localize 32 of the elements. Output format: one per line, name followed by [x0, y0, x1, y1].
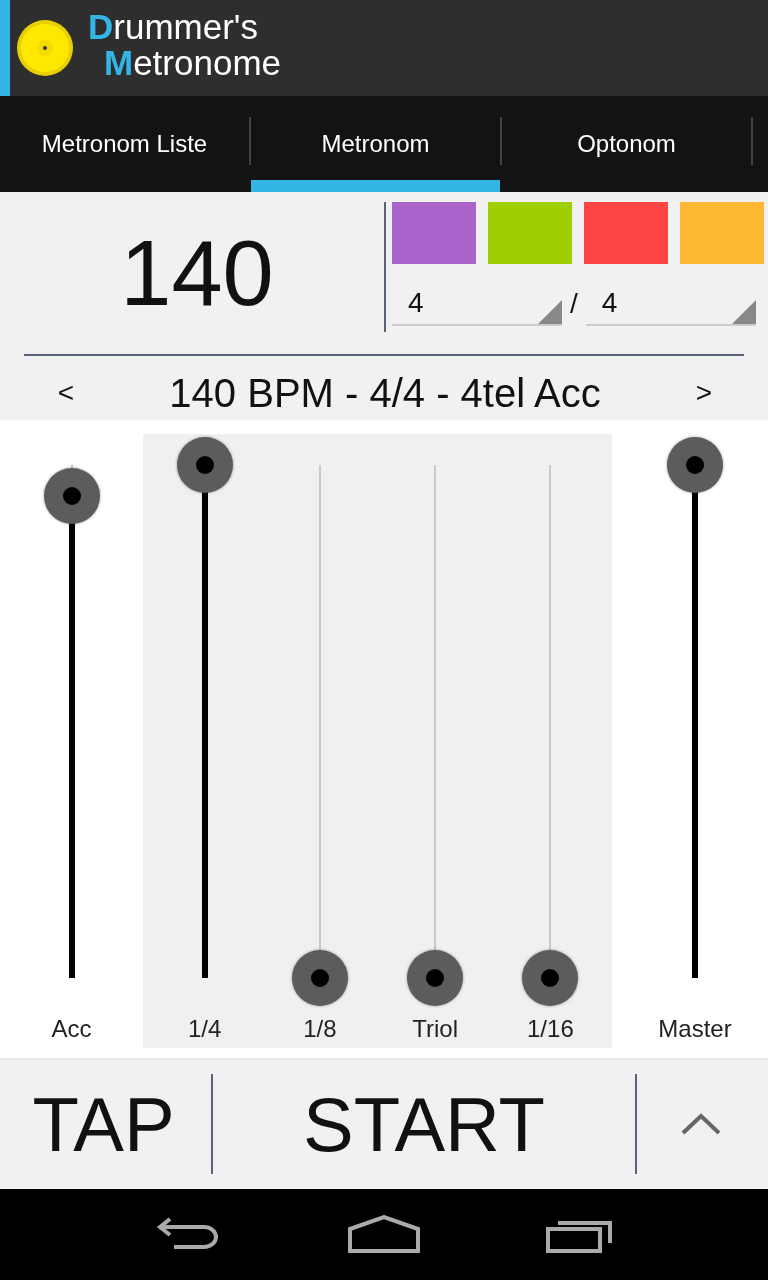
tempo-value: 140 [119, 221, 275, 326]
beat-color-swatch[interactable] [680, 202, 764, 264]
slider-thumb[interactable] [522, 950, 579, 1006]
tab[interactable]: Metronom Liste [0, 96, 249, 192]
slider-label: 1/8 [303, 1014, 337, 1044]
separator: / [570, 287, 578, 321]
tap-button[interactable]: TAP [0, 1080, 211, 1168]
beat-color-swatch[interactable] [392, 202, 476, 264]
slider-thumb[interactable] [176, 437, 233, 493]
chevron-up-icon[interactable] [681, 1113, 721, 1135]
cymbal-logo-icon [16, 19, 74, 77]
tab[interactable]: Optonom [502, 96, 751, 192]
slider-thumb[interactable] [407, 950, 464, 1006]
app-title: Drummer's [88, 9, 259, 45]
slider-thumb[interactable] [43, 467, 100, 524]
slider-label: 1/16 [527, 1014, 574, 1044]
slider-label: Triol [412, 1014, 458, 1044]
slider-thumb[interactable] [291, 950, 348, 1006]
slider-thumb[interactable] [667, 437, 723, 493]
beat-color-swatch[interactable] [584, 202, 668, 264]
home-icon[interactable] [348, 1214, 420, 1255]
preset-name: 140 BPM - 4/4 - 4tel Acc [168, 370, 602, 416]
app-title: Metronome [103, 45, 282, 81]
previous-button[interactable]: < [48, 377, 84, 409]
beat-color-swatch[interactable] [488, 202, 572, 264]
dropdown-arrow-icon [538, 300, 562, 324]
start-button[interactable]: START [213, 1080, 635, 1168]
slider-label: Master [658, 1014, 732, 1044]
dropdown-arrow-icon [731, 300, 756, 324]
slider-label: Acc [51, 1014, 92, 1044]
next-button[interactable]: > [686, 377, 722, 409]
slider-label: 1/4 [187, 1014, 222, 1044]
